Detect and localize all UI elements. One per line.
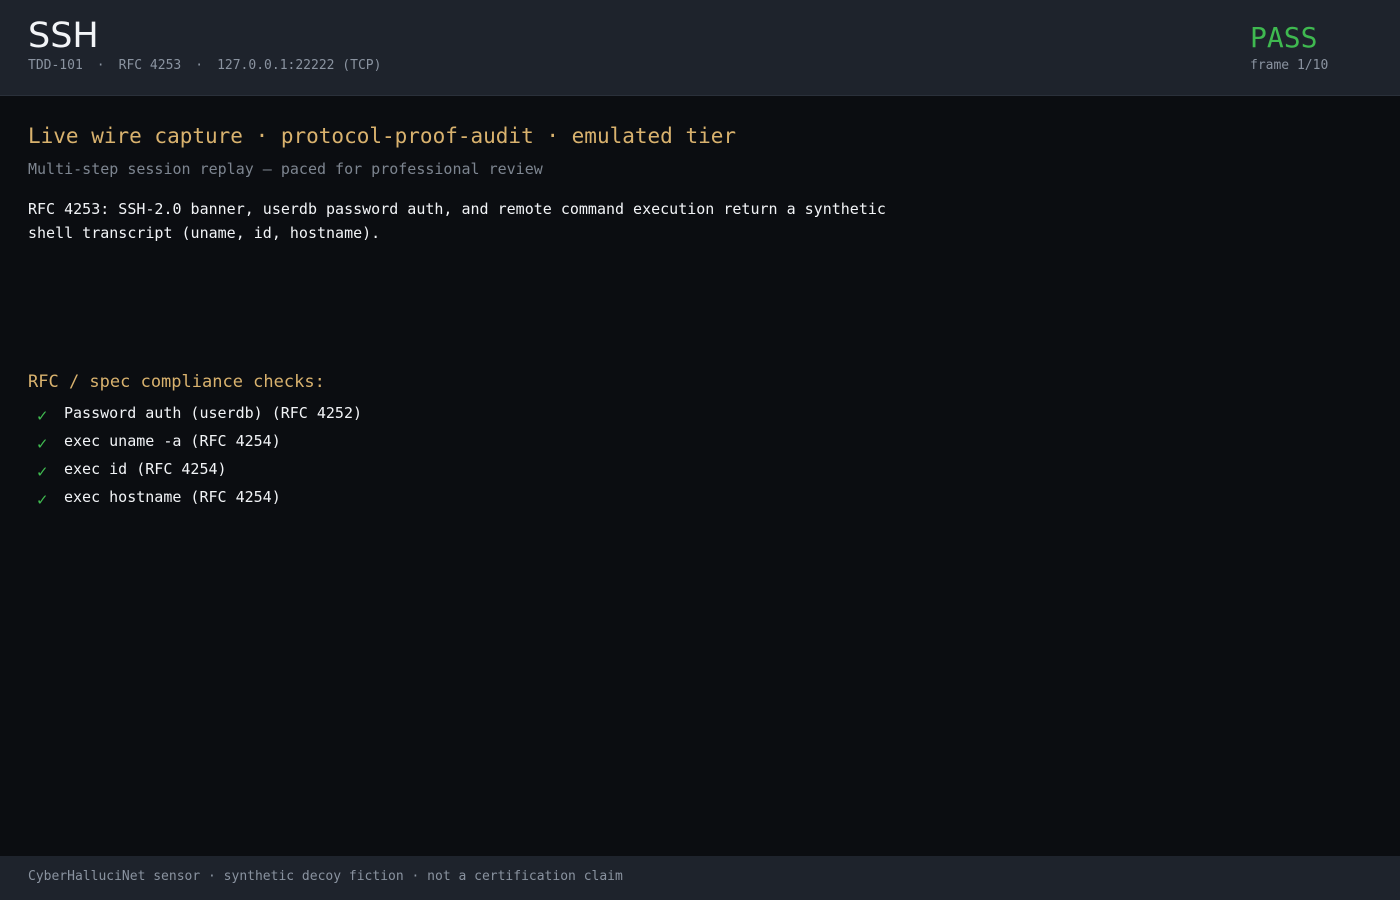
check-label: exec id (RFC 4254): [64, 460, 227, 478]
main-content: Live wire capture · protocol-proof-audit…: [0, 97, 1400, 856]
frame-counter: frame 1/10: [1250, 58, 1329, 73]
check-label: Password auth (userdb) (RFC 4252): [64, 404, 363, 422]
check-mark-icon: ✓: [36, 491, 49, 509]
capture-subheading: Multi-step session replay — paced for pr…: [28, 160, 543, 178]
list-item: ✓ Password auth (userdb) (RFC 4252): [28, 401, 362, 429]
check-label: exec hostname (RFC 4254): [64, 488, 281, 506]
footer-bar: CyberHalluciNet sensor · synthetic decoy…: [0, 856, 1400, 900]
status-badge: PASS: [1250, 21, 1318, 54]
footer-disclaimer: CyberHalluciNet sensor · synthetic decoy…: [28, 869, 623, 884]
session-meta: TDD-101 · RFC 4253 · 127.0.0.1:22222 (TCP): [28, 58, 381, 74]
ticket-id: TDD-101: [28, 58, 83, 73]
rfc-reference: RFC 4253: [118, 58, 182, 73]
list-item: ✓ exec id (RFC 4254): [28, 457, 362, 485]
endpoint-address: 127.0.0.1:22222 (TCP): [217, 58, 382, 73]
check-mark-icon: ✓: [36, 435, 49, 453]
compliance-check-list: ✓ Password auth (userdb) (RFC 4252) ✓ ex…: [28, 401, 362, 513]
list-item: ✓ exec hostname (RFC 4254): [28, 485, 362, 513]
meta-separator: ·: [195, 58, 204, 73]
check-mark-icon: ✓: [36, 407, 49, 425]
check-label: exec uname -a (RFC 4254): [64, 432, 281, 450]
capture-headline: Live wire capture · protocol-proof-audit…: [28, 124, 737, 148]
meta-separator: ·: [96, 58, 105, 73]
check-mark-icon: ✓: [36, 463, 49, 481]
list-item: ✓ exec uname -a (RFC 4254): [28, 429, 362, 457]
header-bar: SSH TDD-101 · RFC 4253 · 127.0.0.1:22222 (TC…: [0, 0, 1400, 96]
rfc-description: RFC 4253: SSH-2.0 banner, userdb passwor…: [28, 200, 886, 242]
protocol-title: SSH: [28, 16, 99, 56]
checks-heading: RFC / spec compliance checks:: [28, 372, 325, 392]
